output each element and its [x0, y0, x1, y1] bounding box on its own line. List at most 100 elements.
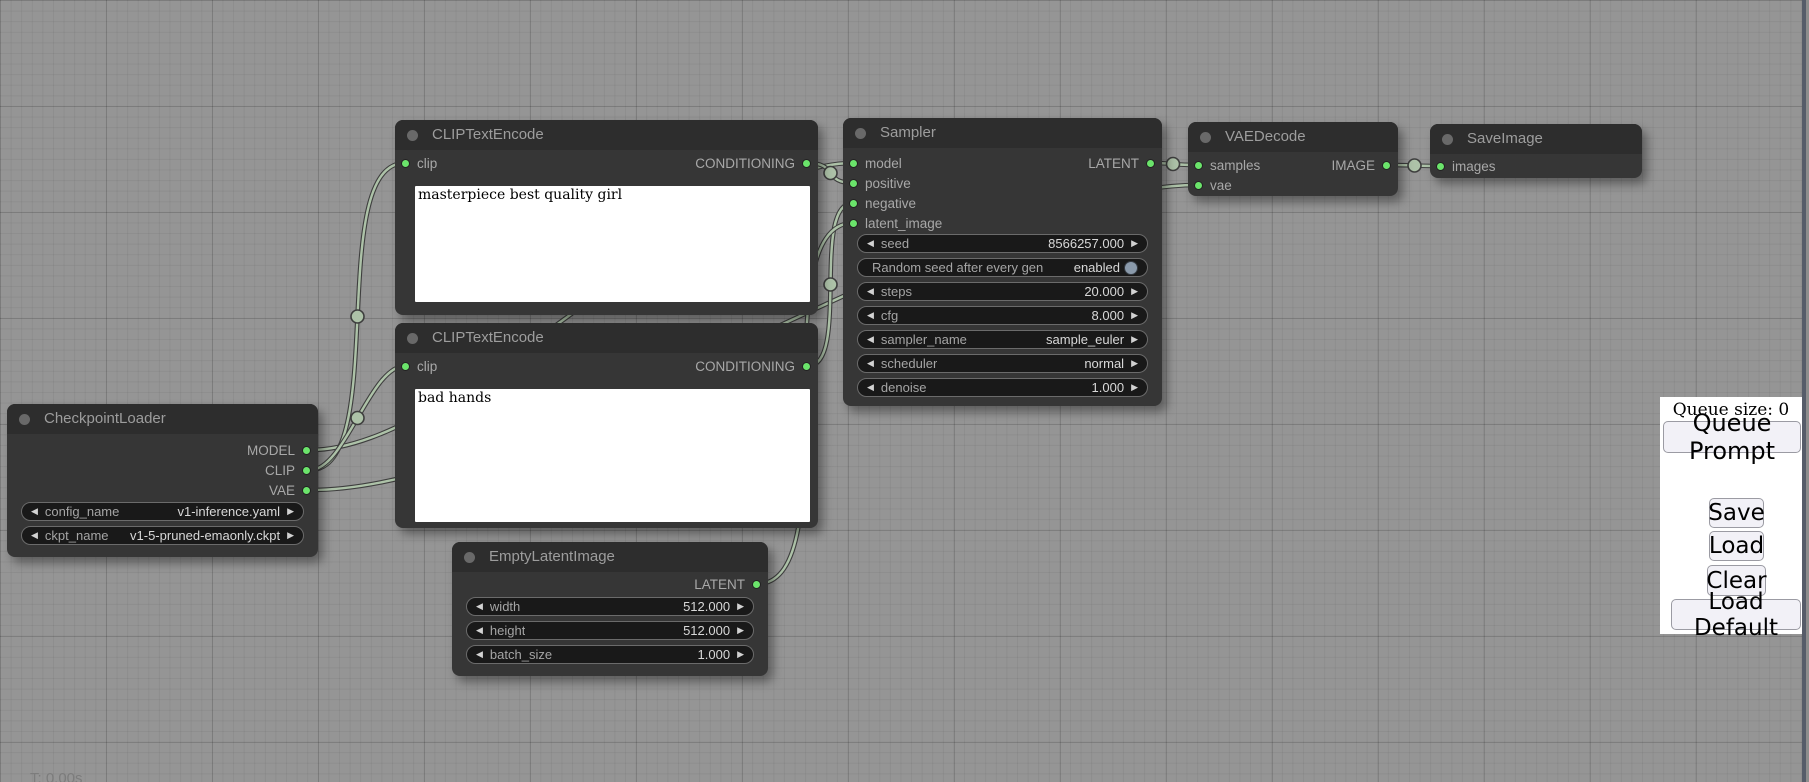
input-negative[interactable]: negative — [849, 193, 916, 213]
port-dot-icon[interactable] — [401, 362, 410, 371]
node-title-bar[interactable]: EmptyLatentImage — [452, 542, 768, 572]
input-positive[interactable]: positive — [849, 173, 911, 193]
port-dot-icon[interactable] — [1146, 159, 1155, 168]
increment-arrow-icon[interactable]: ▶ — [1131, 354, 1138, 373]
collapse-dot-icon[interactable] — [19, 414, 30, 425]
node-title-bar[interactable]: CheckpointLoader — [7, 404, 318, 434]
widget-sampler-name[interactable]: ◀ sampler_name sample_euler ▶ — [857, 330, 1148, 349]
port-dot-icon[interactable] — [1194, 181, 1203, 190]
output-model[interactable]: MODEL — [247, 440, 311, 460]
widget-config-name[interactable]: ◀ config_name v1-inference.yaml ▶ — [21, 502, 304, 521]
toggle-dot-icon[interactable] — [1124, 261, 1138, 275]
wire-midpoint-dot[interactable] — [1167, 158, 1180, 171]
port-dot-icon[interactable] — [302, 466, 311, 475]
widget-cfg[interactable]: ◀ cfg 8.000 ▶ — [857, 306, 1148, 325]
wire-midpoint-dot[interactable] — [351, 412, 364, 425]
increment-arrow-icon[interactable]: ▶ — [737, 621, 744, 640]
node-title-bar[interactable]: VAEDecode — [1188, 122, 1398, 152]
decrement-arrow-icon[interactable]: ◀ — [476, 621, 483, 640]
node-title-bar[interactable]: CLIPTextEncode — [395, 323, 818, 353]
input-samples[interactable]: samples — [1194, 155, 1260, 175]
output-conditioning[interactable]: CONDITIONING — [695, 356, 811, 376]
port-dot-icon[interactable] — [401, 159, 410, 168]
widget-ckpt-name[interactable]: ◀ ckpt_name v1-5-pruned-emaonly.ckpt ▶ — [21, 526, 304, 545]
increment-arrow-icon[interactable]: ▶ — [737, 645, 744, 664]
decrement-arrow-icon[interactable]: ◀ — [867, 282, 874, 301]
output-latent[interactable]: LATENT — [1088, 153, 1155, 173]
node-checkpoint-loader[interactable]: CheckpointLoader MODEL CLIP VAE ◀ config… — [7, 404, 318, 557]
collapse-dot-icon[interactable] — [855, 128, 866, 139]
increment-arrow-icon[interactable]: ▶ — [1131, 282, 1138, 301]
widget-width[interactable]: ◀ width 512.000 ▶ — [466, 597, 754, 616]
input-vae[interactable]: vae — [1194, 175, 1232, 195]
widget-height[interactable]: ◀ height 512.000 ▶ — [466, 621, 754, 640]
increment-arrow-icon[interactable]: ▶ — [1131, 306, 1138, 325]
graph-canvas[interactable]: CheckpointLoader MODEL CLIP VAE ◀ config… — [0, 0, 1809, 782]
decrement-arrow-icon[interactable]: ◀ — [31, 526, 38, 545]
node-save-image[interactable]: SaveImage images — [1430, 124, 1642, 178]
port-dot-icon[interactable] — [849, 179, 858, 188]
decrement-arrow-icon[interactable]: ◀ — [867, 330, 874, 349]
increment-arrow-icon[interactable]: ▶ — [287, 502, 294, 521]
port-dot-icon[interactable] — [752, 580, 761, 589]
port-dot-icon[interactable] — [802, 159, 811, 168]
widget-batch-size[interactable]: ◀ batch_size 1.000 ▶ — [466, 645, 754, 664]
input-latent-image[interactable]: latent_image — [849, 213, 942, 233]
port-dot-icon[interactable] — [1436, 162, 1445, 171]
node-vae-decode[interactable]: VAEDecode samples vae IMAGE — [1188, 122, 1398, 196]
collapse-dot-icon[interactable] — [407, 333, 418, 344]
collapse-dot-icon[interactable] — [407, 130, 418, 141]
input-images[interactable]: images — [1436, 156, 1496, 176]
collapse-dot-icon[interactable] — [464, 552, 475, 563]
increment-arrow-icon[interactable]: ▶ — [1131, 330, 1138, 349]
port-dot-icon[interactable] — [1194, 161, 1203, 170]
load-button[interactable]: Load — [1709, 531, 1764, 561]
collapse-dot-icon[interactable] — [1200, 132, 1211, 143]
wire-midpoint-dot[interactable] — [824, 167, 837, 180]
input-model[interactable]: model — [849, 153, 902, 173]
increment-arrow-icon[interactable]: ▶ — [1131, 378, 1138, 397]
port-dot-icon[interactable] — [1382, 161, 1391, 170]
port-dot-icon[interactable] — [849, 219, 858, 228]
wire-midpoint-dot[interactable] — [824, 278, 837, 291]
port-dot-icon[interactable] — [802, 362, 811, 371]
node-title-bar[interactable]: Sampler — [843, 118, 1162, 148]
decrement-arrow-icon[interactable]: ◀ — [476, 645, 483, 664]
port-dot-icon[interactable] — [302, 446, 311, 455]
output-latent[interactable]: LATENT — [694, 574, 761, 594]
node-empty-latent-image[interactable]: EmptyLatentImage LATENT ◀ width 512.000 … — [452, 542, 768, 676]
collapse-dot-icon[interactable] — [1442, 134, 1453, 145]
port-dot-icon[interactable] — [849, 159, 858, 168]
output-image[interactable]: IMAGE — [1331, 155, 1391, 175]
negative-prompt-textarea[interactable]: bad hands — [415, 389, 810, 522]
input-clip[interactable]: clip — [401, 153, 437, 173]
widget-random-seed-toggle[interactable]: Random seed after every gen enabled — [857, 258, 1148, 277]
node-title-bar[interactable]: CLIPTextEncode — [395, 120, 818, 150]
wire-midpoint-dot[interactable] — [351, 310, 364, 323]
node-clip-text-encode-negative[interactable]: CLIPTextEncode clip CONDITIONING bad han… — [395, 323, 818, 528]
input-clip[interactable]: clip — [401, 356, 437, 376]
load-default-button[interactable]: Load Default — [1671, 599, 1801, 630]
queue-prompt-button[interactable]: Queue Prompt — [1663, 421, 1801, 453]
decrement-arrow-icon[interactable]: ◀ — [31, 502, 38, 521]
widget-seed[interactable]: ◀ seed 8566257.000 ▶ — [857, 234, 1148, 253]
node-clip-text-encode-positive[interactable]: CLIPTextEncode clip CONDITIONING masterp… — [395, 120, 818, 315]
wire-midpoint-dot[interactable] — [1408, 159, 1421, 172]
widget-steps[interactable]: ◀ steps 20.000 ▶ — [857, 282, 1148, 301]
positive-prompt-textarea[interactable]: masterpiece best quality girl — [415, 186, 810, 302]
decrement-arrow-icon[interactable]: ◀ — [867, 354, 874, 373]
decrement-arrow-icon[interactable]: ◀ — [867, 378, 874, 397]
decrement-arrow-icon[interactable]: ◀ — [867, 234, 874, 253]
output-vae[interactable]: VAE — [269, 480, 311, 500]
node-sampler[interactable]: Sampler model positive negative latent_i… — [843, 118, 1162, 406]
increment-arrow-icon[interactable]: ▶ — [287, 526, 294, 545]
output-clip[interactable]: CLIP — [265, 460, 311, 480]
output-conditioning[interactable]: CONDITIONING — [695, 153, 811, 173]
node-title-bar[interactable]: SaveImage — [1430, 124, 1642, 154]
decrement-arrow-icon[interactable]: ◀ — [867, 306, 874, 325]
save-button[interactable]: Save — [1709, 498, 1764, 528]
increment-arrow-icon[interactable]: ▶ — [1131, 234, 1138, 253]
port-dot-icon[interactable] — [302, 486, 311, 495]
widget-scheduler[interactable]: ◀ scheduler normal ▶ — [857, 354, 1148, 373]
port-dot-icon[interactable] — [849, 199, 858, 208]
